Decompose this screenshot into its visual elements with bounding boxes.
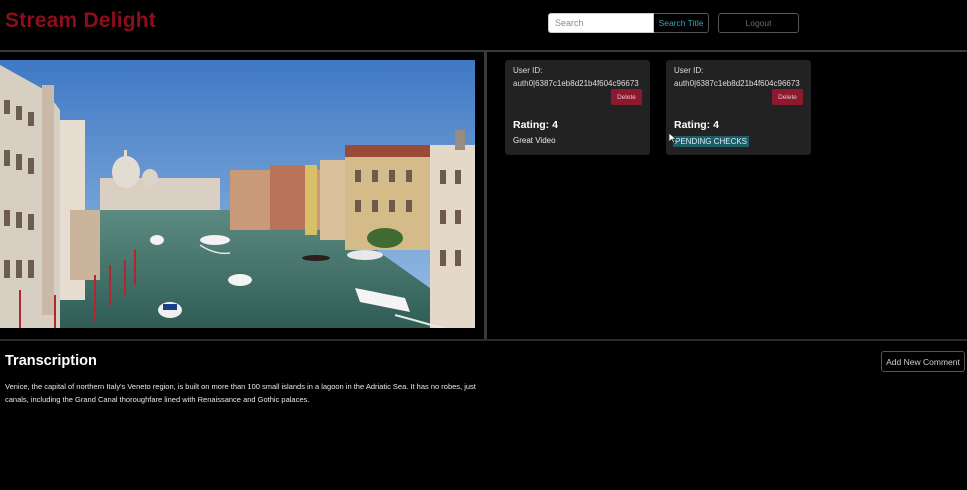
search-title-button[interactable]: Search Title bbox=[654, 13, 709, 33]
search-input[interactable] bbox=[548, 13, 654, 33]
comment-rating: Rating: 4 bbox=[674, 119, 719, 131]
section-divider bbox=[0, 339, 967, 341]
transcription-title: Transcription bbox=[5, 353, 97, 369]
delete-comment-button[interactable]: Delete bbox=[611, 89, 642, 105]
user-id-label: User ID: bbox=[674, 66, 704, 75]
brand-logo[interactable]: Stream Delight bbox=[5, 9, 156, 33]
video-frame-image bbox=[0, 60, 475, 328]
logout-button[interactable]: Logout bbox=[718, 13, 799, 33]
comment-card: User ID: auth0|6387c1eb8d21b4f604c96673 … bbox=[505, 60, 650, 155]
user-id-value: auth0|6387c1eb8d21b4f604c96673 bbox=[513, 79, 639, 88]
add-new-comment-button[interactable]: Add New Comment bbox=[881, 351, 965, 372]
comment-rating: Rating: 4 bbox=[513, 119, 558, 131]
comment-text: Great Video bbox=[513, 136, 556, 145]
comment-card: User ID: auth0|6387c1eb8d21b4f604c96673 … bbox=[666, 60, 811, 155]
transcription-text: Venice, the capital of northern Italy's … bbox=[5, 382, 476, 404]
comment-text-pending: PENDING CHECKS bbox=[673, 136, 750, 147]
video-player[interactable] bbox=[0, 60, 475, 328]
user-id-label: User ID: bbox=[513, 66, 543, 75]
vertical-divider bbox=[484, 52, 487, 340]
delete-comment-button[interactable]: Delete bbox=[772, 89, 803, 105]
user-id-value: auth0|6387c1eb8d21b4f604c96673 bbox=[674, 79, 800, 88]
mouse-cursor-icon bbox=[669, 133, 677, 143]
search-bar: Search Title bbox=[548, 13, 709, 33]
